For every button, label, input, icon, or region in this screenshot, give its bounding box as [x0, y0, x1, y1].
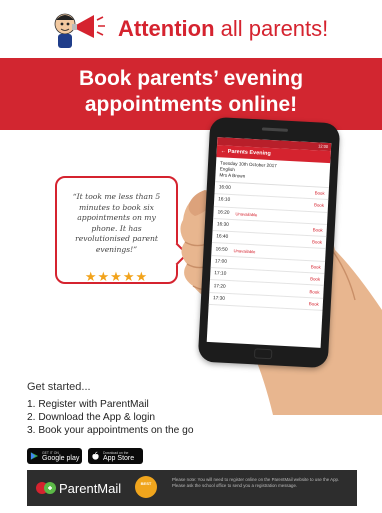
google-play-badge[interactable]: GET IT ON Google play — [27, 448, 82, 464]
red-banner: Book parents’ evening appointments onlin… — [0, 58, 382, 130]
slot-time: 16:00 — [218, 185, 231, 192]
banner-line-1: Book parents’ evening — [78, 67, 304, 90]
slot-time: 17:20 — [213, 283, 226, 290]
book-button[interactable]: Book — [314, 203, 324, 209]
book-button[interactable]: Book — [310, 276, 320, 282]
app-store-badge[interactable]: Download on the App Store — [88, 448, 143, 464]
slot-time: 17:00 — [214, 259, 228, 265]
headline: Attention all parents! — [118, 16, 328, 42]
headline-strong: Attention — [118, 16, 215, 41]
step-item: 2. Download the App & login — [27, 412, 155, 423]
slot-time: 17:10 — [214, 271, 227, 278]
book-button[interactable]: Book — [312, 240, 322, 246]
header: Attention all parents! — [0, 0, 382, 54]
apple-badge-text: App Store — [103, 455, 135, 462]
phone-screen: 12:00 ← Parents Evening Tuesday 10th Oct… — [206, 137, 332, 348]
get-started-heading: Get started... — [27, 381, 91, 393]
book-button[interactable]: Book — [309, 301, 319, 307]
headline-light: all parents! — [220, 16, 329, 41]
book-button[interactable]: Book — [311, 264, 321, 270]
slot-time: 16:20 — [217, 210, 230, 216]
award-badge: BEST — [135, 476, 157, 498]
slot-time: 16:30 — [216, 222, 229, 228]
home-button[interactable] — [253, 348, 273, 360]
megaphone-mascot-icon — [54, 13, 105, 48]
book-button[interactable]: Book — [313, 227, 323, 233]
slot-time: 17:30 — [212, 295, 226, 302]
slot-status: Unavailable — [233, 247, 256, 254]
footer: ParentMail BEST Please note: You will ne… — [27, 470, 357, 506]
google-play-icon — [30, 452, 39, 460]
rating-stars-icon: ★★★★★ — [84, 269, 149, 284]
poster: Attention all parents! Book parents’ eve… — [0, 0, 382, 513]
phone-mockup: 12:00 ← Parents Evening Tuesday 10th Oct… — [197, 116, 341, 369]
slot-time: 16:50 — [215, 246, 228, 253]
step-item: 1. Register with ParentMail — [27, 399, 149, 410]
book-button[interactable]: Book — [315, 190, 325, 196]
slot-status: Unavailable — [235, 210, 258, 218]
book-button[interactable]: Book — [309, 289, 319, 295]
step-item: 3. Book your appointments on the go — [27, 425, 194, 436]
steps-list: 1. Register with ParentMail 2. Download … — [27, 398, 194, 437]
slot-list: 16:00 Book 16:10 Book 16:20 Unavailable 1… — [208, 182, 329, 311]
google-badge-text: Google play — [42, 455, 80, 462]
apple-icon — [92, 451, 99, 460]
slot-time: 16:40 — [216, 234, 229, 241]
banner-line-2: appointments online! — [84, 93, 298, 116]
testimonial-bubble: “It took me less than 5 minutes to book … — [55, 176, 189, 284]
testimonial-quote: “It took me less than 5 minutes to book … — [72, 192, 161, 254]
parentmail-logo-icon — [36, 482, 56, 494]
phone-speaker — [261, 127, 288, 132]
registration-note: Please note: You will need to register o… — [172, 477, 340, 488]
slot-time: 16:10 — [218, 197, 231, 204]
parentmail-brand: ParentMail — [59, 481, 122, 496]
